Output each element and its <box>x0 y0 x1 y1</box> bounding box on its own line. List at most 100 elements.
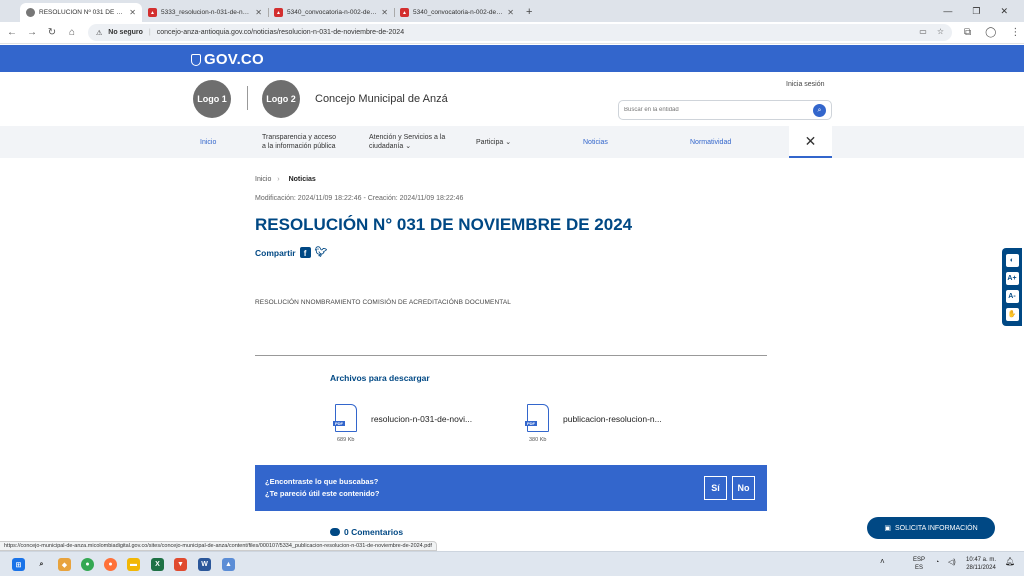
new-tab-button[interactable]: + <box>526 3 532 22</box>
nav-transparencia[interactable]: Transparencia y acceso a la información … <box>262 126 336 158</box>
nav-atencion[interactable]: Atención y Servicios a la ciudadanía ⌄ <box>369 126 445 158</box>
yes-button[interactable]: Sí <box>704 476 727 500</box>
nav-participa[interactable]: Participa ⌄ <box>476 126 511 158</box>
file-download-1[interactable]: PDF resolucion-n-031-de-novi... 689 Kb <box>333 404 472 443</box>
status-bar-url: https://concejo-municipal-de-anza.micolo… <box>0 541 437 551</box>
language-indicator[interactable]: ESP ES <box>913 556 925 572</box>
pdf-icon: ▲ <box>400 8 409 17</box>
chrome-icon[interactable]: ● <box>81 558 94 571</box>
tab-pdf-2[interactable]: ▲ 5340_convocatoria-n-002-de-2024.pdf ✕ <box>268 3 394 22</box>
file-name[interactable]: publicacion-resolucion-n... <box>563 414 662 424</box>
excel-icon[interactable]: X <box>151 558 164 571</box>
close-icon[interactable]: ✕ <box>789 126 832 158</box>
tray-chevron-icon[interactable]: ˄ <box>880 558 885 566</box>
window-controls: — ❐ ✕ <box>943 0 1024 22</box>
wifi-icon[interactable]: ◔ <box>935 559 939 567</box>
solicita-informacion-button[interactable]: ▣ SOLICITA INFORMACIÓN <box>867 517 995 539</box>
breadcrumb-separator: › <box>277 176 280 183</box>
photos-icon[interactable]: ▲ <box>222 558 235 571</box>
twitter-icon[interactable]: 🐦︎ <box>315 247 328 258</box>
divider <box>255 355 767 356</box>
firefox-icon[interactable]: ● <box>104 558 117 571</box>
extensions-icon[interactable]: ⧉ <box>964 27 971 38</box>
logo-1[interactable]: Logo 1 <box>193 80 231 118</box>
menu-icon[interactable]: ⋮ <box>1010 27 1020 38</box>
search-icon[interactable]: ⌕ <box>813 104 826 117</box>
file-explorer-icon[interactable]: ▬ <box>127 558 140 571</box>
widgets-icon[interactable]: ◆ <box>58 558 71 571</box>
tab-title: 5340_convocatoria-n-002-de-2024.pdf <box>287 9 377 16</box>
file-download-2[interactable]: PDF publicacion-resolucion-n... 380 Kb <box>525 404 662 443</box>
clock[interactable]: 10:47 a. m. 28/11/2024 <box>966 556 996 572</box>
breadcrumb-current[interactable]: Noticias <box>289 176 316 183</box>
windows-start-icon[interactable]: ⊞ <box>12 558 25 571</box>
cast-icon[interactable]: ▭ <box>919 27 927 36</box>
feedback-question-2: ¿Te pareció útil este contenido? <box>265 489 380 498</box>
file-name[interactable]: resolucion-n-031-de-novi... <box>371 414 472 424</box>
login-link[interactable]: Inicia sesión <box>786 81 825 88</box>
comments-link[interactable]: 0 Comentarios <box>330 527 403 537</box>
no-button[interactable]: No <box>732 476 755 500</box>
pdf-file-icon: PDF <box>525 404 549 432</box>
logo-2[interactable]: Logo 2 <box>262 80 300 118</box>
site-name: Concejo Municipal de Anzá <box>315 93 448 105</box>
volume-icon[interactable]: ◁) <box>948 559 956 567</box>
facebook-icon[interactable]: f <box>299 247 311 258</box>
nav-noticias[interactable]: Noticias <box>583 126 608 158</box>
bookmark-star-icon[interactable]: ☆ <box>937 27 944 36</box>
back-icon[interactable]: ← <box>2 27 22 38</box>
tab-pdf-3[interactable]: ▲ 5340_convocatoria-n-002-de-2024.pdf ✕ <box>394 3 520 22</box>
browser-toolbar: ← → ↻ ⌂ ⚠ No seguro | concejo-anza-antio… <box>0 22 1024 44</box>
profile-icon[interactable]: ◯ <box>985 27 996 38</box>
tab-title: RESOLUCIÓN Nº 031 DE NOVIEMBRE DE 2024 <box>39 9 126 16</box>
reload-icon[interactable]: ↻ <box>42 27 62 38</box>
search-box: ⌕ <box>618 100 832 120</box>
word-icon[interactable]: W <box>198 558 211 571</box>
tab-pdf-1[interactable]: ▲ 5333_resolucion-n-031-de-noviembre-de-… <box>142 3 268 22</box>
article-description: RESOLUCIÓN NNOMBRAMIENTO COMISIÓN DE ACR… <box>255 299 512 306</box>
forward-icon[interactable]: → <box>22 27 42 38</box>
page-title: RESOLUCIÓN N° 031 DE NOVIEMBRE DE 2024 <box>255 215 633 234</box>
pdf-icon: ▲ <box>274 8 283 17</box>
nav-inicio[interactable]: Inicio <box>200 126 216 158</box>
close-window-icon[interactable]: ✕ <box>1000 6 1008 17</box>
search-icon[interactable]: ⌕ <box>35 558 48 571</box>
brave-icon[interactable]: ▼ <box>174 558 187 571</box>
close-tab-icon[interactable]: ✕ <box>255 8 262 17</box>
notification-bell-icon[interactable]: 🔔︎ <box>1005 558 1015 566</box>
main-nav: Inicio Transparencia y acceso a la infor… <box>0 126 1024 158</box>
tab-title: 5333_resolucion-n-031-de-noviembre-de-20… <box>161 9 251 16</box>
home-icon[interactable]: ⌂ <box>62 27 82 38</box>
tab-active[interactable]: RESOLUCIÓN Nº 031 DE NOVIEMBRE DE 2024 ✕ <box>20 3 142 22</box>
nav-normatividad[interactable]: Normatividad <box>690 126 731 158</box>
sign-language-icon[interactable]: ✋ <box>1005 307 1019 321</box>
warning-icon[interactable]: ⚠ <box>96 29 102 37</box>
downloads-title: Archivos para descargar <box>330 373 430 383</box>
close-tab-icon[interactable]: ✕ <box>507 8 514 17</box>
contrast-icon[interactable]: ◐ <box>1005 253 1019 267</box>
site-header: Logo 1 Logo 2 Concejo Municipal de Anzá … <box>0 72 1024 126</box>
minimize-icon[interactable]: — <box>943 6 952 16</box>
search-input[interactable] <box>624 107 804 113</box>
close-tab-icon[interactable]: ✕ <box>129 8 136 17</box>
close-tab-icon[interactable]: ✕ <box>381 8 388 17</box>
gov-shield-icon <box>191 53 201 66</box>
share-label: Compartir <box>255 247 296 258</box>
browser-tab-strip: RESOLUCIÓN Nº 031 DE NOVIEMBRE DE 2024 ✕… <box>0 0 1024 22</box>
security-label[interactable]: No seguro <box>108 29 143 36</box>
chevron-down-icon: ⌄ <box>505 138 512 146</box>
accessibility-toolbar: ◐ A+ A- ✋ <box>1002 248 1022 326</box>
feedback-question-1: ¿Encontraste lo que buscabas? <box>265 477 379 486</box>
gov-co-logo[interactable]: GOV.CO <box>191 51 264 68</box>
font-decrease-icon[interactable]: A- <box>1005 289 1019 303</box>
file-size: 380 Kb <box>529 437 547 443</box>
font-increase-icon[interactable]: A+ <box>1005 271 1019 285</box>
gov-co-bar: GOV.CO <box>0 45 1024 72</box>
breadcrumb-home[interactable]: Inicio <box>255 176 271 183</box>
chevron-down-icon: ⌄ <box>405 143 412 150</box>
restore-icon[interactable]: ❐ <box>972 6 980 17</box>
feedback-box: ¿Encontraste lo que buscabas? ¿Te pareci… <box>255 465 767 511</box>
url-text[interactable]: concejo-anza-antioquia.gov.co/noticias/r… <box>157 29 404 36</box>
address-bar[interactable]: ⚠ No seguro | concejo-anza-antioquia.gov… <box>88 24 952 41</box>
logo-divider <box>247 86 248 110</box>
